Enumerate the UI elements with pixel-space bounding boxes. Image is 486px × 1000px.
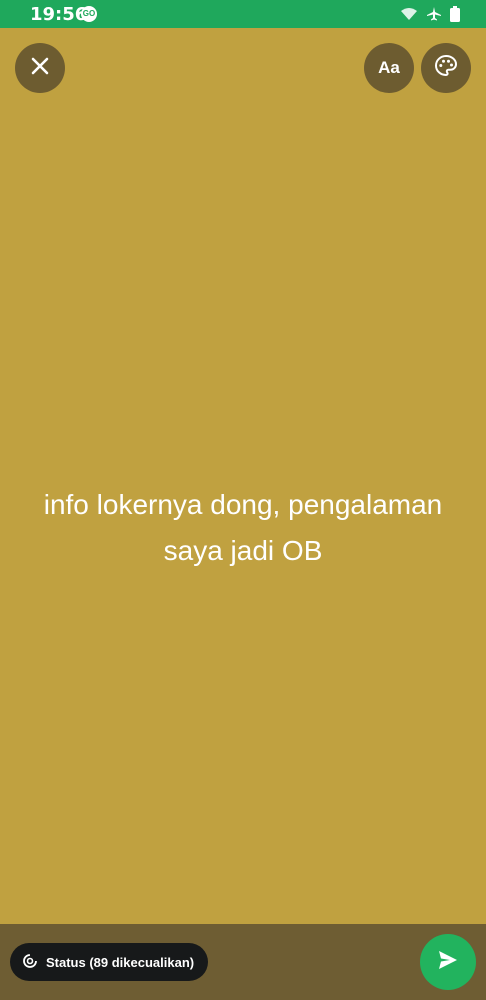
status-text-line: info lokernya dong, pengalaman (43, 489, 443, 520)
close-icon (30, 56, 50, 81)
status-text[interactable]: info lokernya dong, pengalaman saya jadi… (0, 482, 486, 574)
airplane-icon (426, 6, 442, 27)
system-icons (400, 6, 460, 27)
app-badge-icon: GO (81, 6, 97, 22)
status-privacy-button[interactable]: Status (89 dikecualikan) (10, 943, 209, 981)
clock: 19:56 (30, 4, 88, 25)
wifi-icon (400, 7, 418, 26)
privacy-label: Status (89 dikecualikan) (46, 954, 195, 970)
send-button[interactable] (420, 934, 476, 990)
color-palette-button[interactable] (421, 43, 471, 93)
close-button[interactable] (15, 43, 65, 93)
privacy-icon (22, 953, 38, 972)
battery-icon (450, 6, 460, 27)
font-style-button[interactable]: Aa (364, 43, 414, 93)
status-text-line: saya jadi OB (163, 535, 323, 566)
status-canvas[interactable]: Aa info lokernya dong, pengalaman saya j… (0, 28, 486, 924)
bottom-bar: Status (89 dikecualikan) (0, 924, 486, 1000)
status-bar: 19:56 GO (0, 0, 486, 28)
send-icon (436, 948, 460, 977)
palette-icon (434, 54, 458, 83)
